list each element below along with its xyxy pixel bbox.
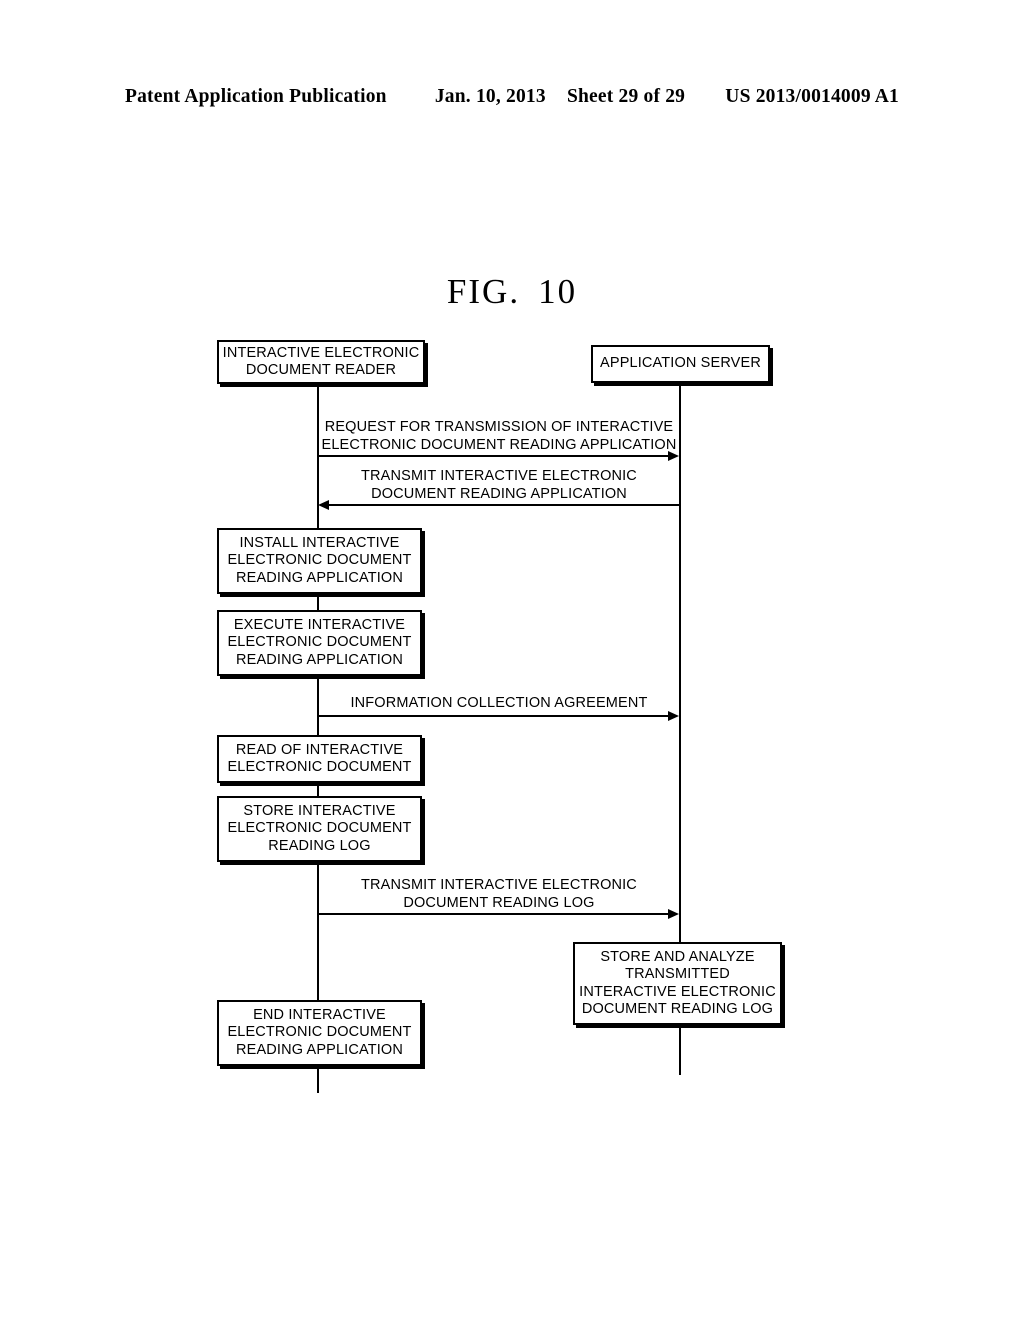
process-box-install-application-label: INSTALL INTERACTIVE ELECTRONIC DOCUMENT … [227,534,412,586]
message-line-information-collection-agreement [318,715,668,717]
message-label-request-transmission: REQUEST FOR TRANSMISSION OF INTERACTIVE … [321,419,677,453]
process-box-store-and-analyze-log: STORE AND ANALYZE TRANSMITTED INTERACTIV… [573,942,782,1025]
message-arrowhead-information-collection-agreement [668,711,679,721]
message-label-information-collection-agreement: INFORMATION COLLECTION AGREEMENT [350,695,648,711]
process-box-execute-application: EXECUTE INTERACTIVE ELECTRONIC DOCUMENT … [217,610,422,676]
message-label-transmit-reading-log: TRANSMIT INTERACTIVE ELECTRONIC DOCUMENT… [361,877,637,911]
message-arrowhead-transmit-reading-log [668,909,679,919]
process-box-read-document: READ OF INTERACTIVE ELECTRONIC DOCUMENT [217,735,422,783]
message-line-transmit-reading-log [318,913,668,915]
process-box-store-and-analyze-log-label: STORE AND ANALYZE TRANSMITTED INTERACTIV… [579,948,776,1018]
lifeline-header-reader: INTERACTIVE ELECTRONIC DOCUMENT READER [217,340,425,384]
lifeline-header-server-label: APPLICATION SERVER [600,355,761,372]
sequence-diagram: INTERACTIVE ELECTRONIC DOCUMENT READER A… [0,0,1024,1320]
process-box-end-application-label: END INTERACTIVE ELECTRONIC DOCUMENT READ… [227,1006,412,1058]
message-arrowhead-transmit-application [318,500,329,510]
process-box-install-application: INSTALL INTERACTIVE ELECTRONIC DOCUMENT … [217,528,422,594]
process-box-read-document-label: READ OF INTERACTIVE ELECTRONIC DOCUMENT [227,741,412,776]
process-box-store-reading-log-label: STORE INTERACTIVE ELECTRONIC DOCUMENT RE… [227,802,412,854]
message-line-transmit-application [329,504,680,506]
message-label-transmit-application: TRANSMIT INTERACTIVE ELECTRONIC DOCUMENT… [361,468,637,502]
process-box-execute-application-label: EXECUTE INTERACTIVE ELECTRONIC DOCUMENT … [227,616,412,668]
message-arrowhead-request-transmission [668,451,679,461]
process-box-store-reading-log: STORE INTERACTIVE ELECTRONIC DOCUMENT RE… [217,796,422,862]
process-box-end-application: END INTERACTIVE ELECTRONIC DOCUMENT READ… [217,1000,422,1066]
lifeline-header-server: APPLICATION SERVER [591,345,770,383]
message-line-request-transmission [318,455,668,457]
lifeline-header-reader-label: INTERACTIVE ELECTRONIC DOCUMENT READER [222,344,420,379]
